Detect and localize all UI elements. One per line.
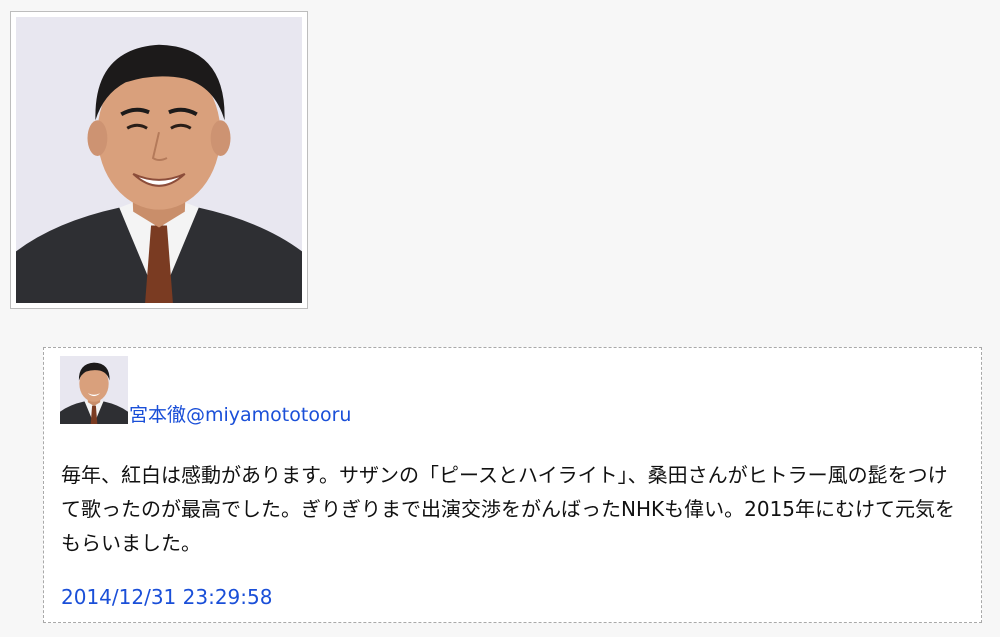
tweet-timestamp-link[interactable]: 2014/12/31 23:29:58: [61, 584, 272, 610]
profile-photo[interactable]: [16, 17, 302, 303]
person-portrait-icon: [60, 356, 128, 424]
page: 宮本徹@miyamototooru 毎年、紅白は感動があります。サザンの「ピース…: [0, 0, 1000, 637]
tweet-avatar[interactable]: [60, 356, 128, 424]
profile-photo-frame: [10, 11, 308, 309]
tweet-card: 宮本徹@miyamototooru 毎年、紅白は感動があります。サザンの「ピース…: [43, 347, 982, 623]
tweet-author-link[interactable]: 宮本徹@miyamototooru: [129, 403, 351, 427]
person-portrait-icon: [16, 17, 302, 303]
tweet-text: 毎年、紅白は感動があります。サザンの「ピースとハイライト」、桑田さんがヒトラー風…: [61, 463, 956, 555]
